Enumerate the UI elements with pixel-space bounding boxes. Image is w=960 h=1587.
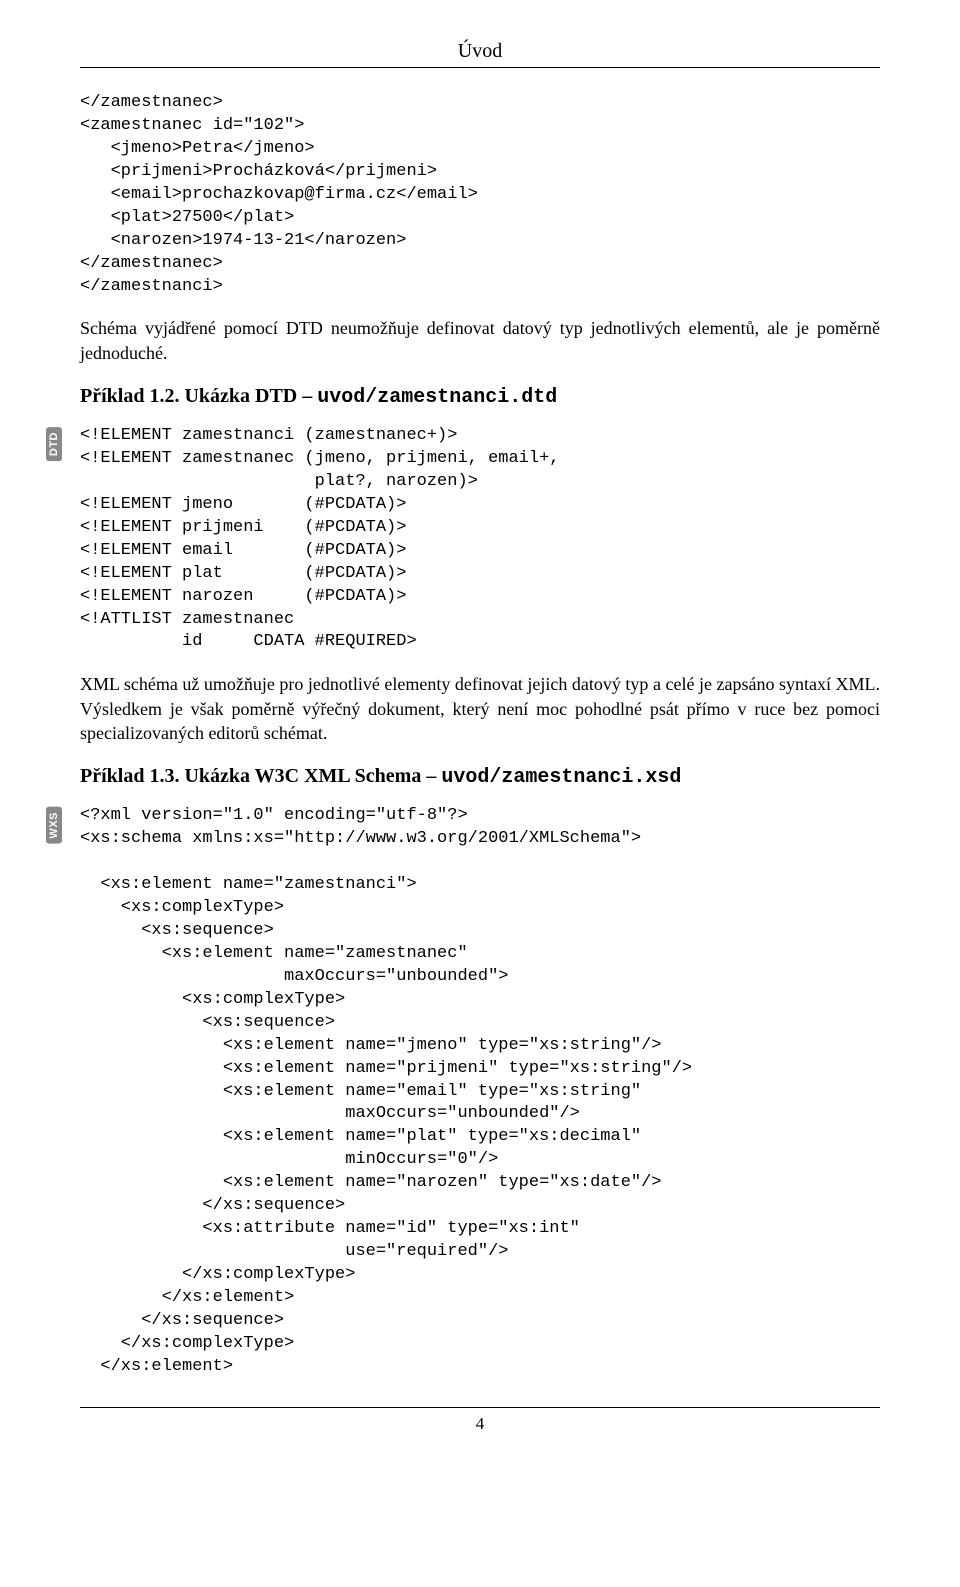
dtd-code-container: DTD <!ELEMENT zamestnanci (zamestnanec+)… xyxy=(80,425,880,654)
code-xsd: <?xml version="1.0" encoding="utf-8"?> <… xyxy=(80,805,880,1378)
code-dtd: <!ELEMENT zamestnanci (zamestnanec+)> <!… xyxy=(80,425,880,654)
page-number: 4 xyxy=(80,1414,880,1434)
code-xml-fragment: </zamestnanec> <zamestnanec id="102"> <j… xyxy=(80,92,880,298)
example-1-3-filename: uvod/zamestnanci.xsd xyxy=(441,766,681,789)
page: Úvod </zamestnanec> <zamestnanec id="102… xyxy=(0,0,960,1587)
example-1-2-prefix: Příklad 1.2. Ukázka DTD – xyxy=(80,385,317,407)
example-1-2-filename: uvod/zamestnanci.dtd xyxy=(317,386,557,409)
paragraph-1: Schéma vyjádřené pomocí DTD neumožňuje d… xyxy=(80,316,880,365)
header-rule xyxy=(80,67,880,68)
xsd-code-container: WXS <?xml version="1.0" encoding="utf-8"… xyxy=(80,805,880,1378)
header-title: Úvod xyxy=(80,40,880,63)
example-1-2-title: Příklad 1.2. Ukázka DTD – uvod/zamestnan… xyxy=(80,385,880,409)
footer-rule xyxy=(80,1407,880,1408)
wxs-badge: WXS xyxy=(46,807,62,844)
dtd-badge: DTD xyxy=(46,427,62,461)
example-1-3-prefix: Příklad 1.3. Ukázka W3C XML Schema – xyxy=(80,765,441,787)
example-1-3-title: Příklad 1.3. Ukázka W3C XML Schema – uvo… xyxy=(80,765,880,789)
paragraph-2: XML schéma už umožňuje pro jednotlivé el… xyxy=(80,672,880,745)
